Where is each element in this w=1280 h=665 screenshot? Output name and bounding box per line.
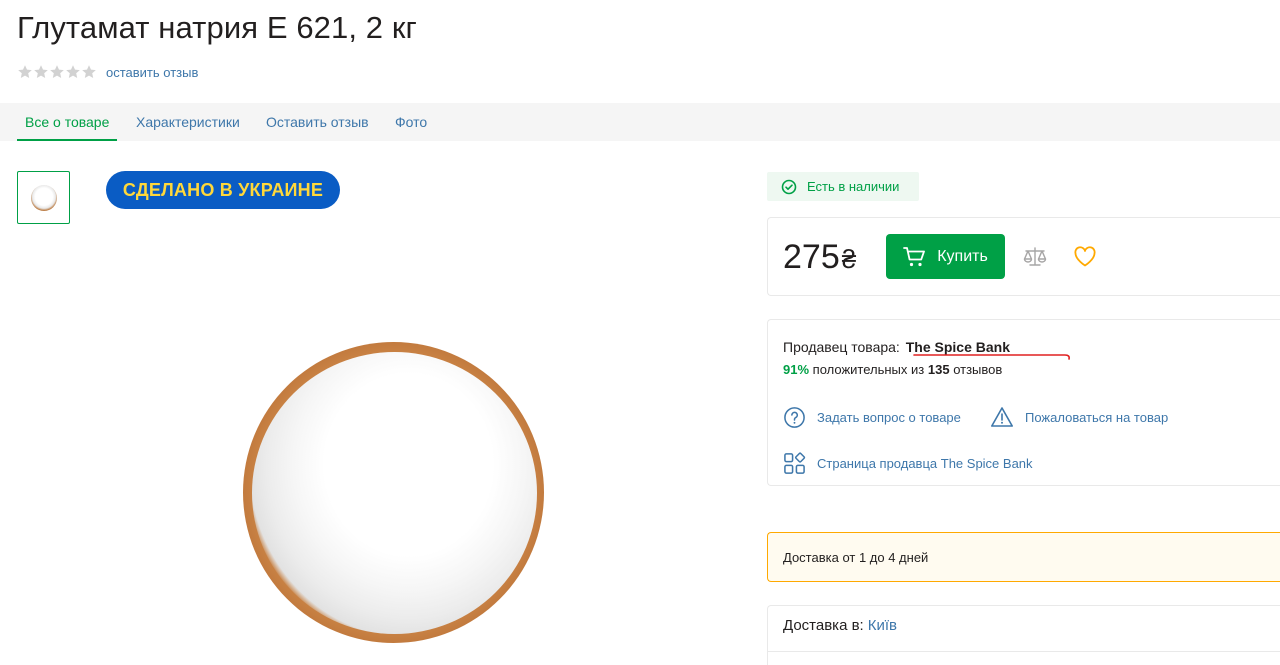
seller-positive-text: положительных из	[812, 362, 925, 377]
seller-box: Продавец товара: The Spice Bank 91% поло…	[767, 319, 1280, 486]
star-icon	[82, 65, 96, 78]
warning-triangle-icon	[991, 407, 1013, 427]
check-circle-icon	[781, 179, 797, 194]
buy-button-label: Купить	[937, 247, 988, 265]
heart-icon[interactable]	[1073, 246, 1097, 268]
tab-all-about-product[interactable]: Все о товаре	[17, 103, 118, 141]
red-underline-annotation	[913, 354, 1070, 360]
price: 275₴	[783, 238, 856, 277]
product-thumbnail[interactable]	[17, 171, 70, 224]
seller-reviews-count: 135	[927, 362, 950, 377]
powder-image	[252, 352, 537, 634]
seller-page-link[interactable]: Страница продавца The Spice Bank	[783, 452, 1033, 475]
thumbnail-image	[30, 184, 57, 211]
seller-positive-pct: 91%	[783, 362, 810, 377]
tab-photo[interactable]: Фото	[387, 103, 435, 141]
shop-grid-icon	[784, 452, 806, 474]
cart-icon	[903, 246, 926, 266]
delivery-box: Доставка в: Київ	[767, 605, 1280, 665]
price-currency: ₴	[841, 244, 857, 274]
question-circle-icon	[784, 407, 805, 428]
product-title: Глутамат натрия Е 621, 2 кг	[17, 10, 417, 45]
complain-link[interactable]: Пожаловаться на товар	[990, 406, 1168, 428]
star-icon	[66, 65, 80, 78]
availability-text: Есть в наличии	[807, 179, 900, 194]
seller-page-label: Страница продавца The Spice Bank	[817, 456, 1033, 471]
tab-characteristics[interactable]: Характеристики	[128, 103, 248, 141]
delivery-destination: Доставка в: Київ	[783, 617, 897, 634]
rating-row: оставить отзыв	[17, 63, 198, 81]
purchase-box: 275₴ Купить	[767, 217, 1280, 296]
tab-leave-review[interactable]: Оставить отзыв	[258, 103, 377, 141]
availability-badge: Есть в наличии	[767, 172, 919, 201]
ask-question-label: Задать вопрос о товаре	[817, 410, 961, 425]
star-icon	[34, 65, 48, 78]
delivery-to-label: Доставка в:	[783, 617, 864, 634]
leave-review-link[interactable]: оставить отзыв	[106, 65, 198, 80]
made-in-ukraine-badge: СДЕЛАНО В УКРАИНЕ	[106, 171, 340, 209]
divider	[768, 651, 1280, 652]
compare-scales-icon[interactable]	[1022, 245, 1048, 269]
delivery-city-link[interactable]: Київ	[868, 617, 897, 634]
price-value: 275	[783, 238, 840, 276]
ask-question-link[interactable]: Задать вопрос о товаре	[783, 406, 961, 429]
seller-prefix: Продавец товара:	[783, 339, 900, 355]
rating-stars	[17, 64, 97, 80]
star-icon	[18, 65, 32, 78]
star-icon	[50, 65, 64, 78]
delivery-time-note: Доставка от 1 до 4 дней	[767, 532, 1280, 582]
product-tabs: Все о товаре Характеристики Оставить отз…	[0, 103, 1280, 141]
seller-stats: 91% положительных из 135 отзывов	[783, 362, 1002, 377]
buy-button[interactable]: Купить	[886, 234, 1005, 279]
complain-label: Пожаловаться на товар	[1025, 409, 1169, 425]
seller-reviews-word: отзывов	[953, 362, 1003, 377]
